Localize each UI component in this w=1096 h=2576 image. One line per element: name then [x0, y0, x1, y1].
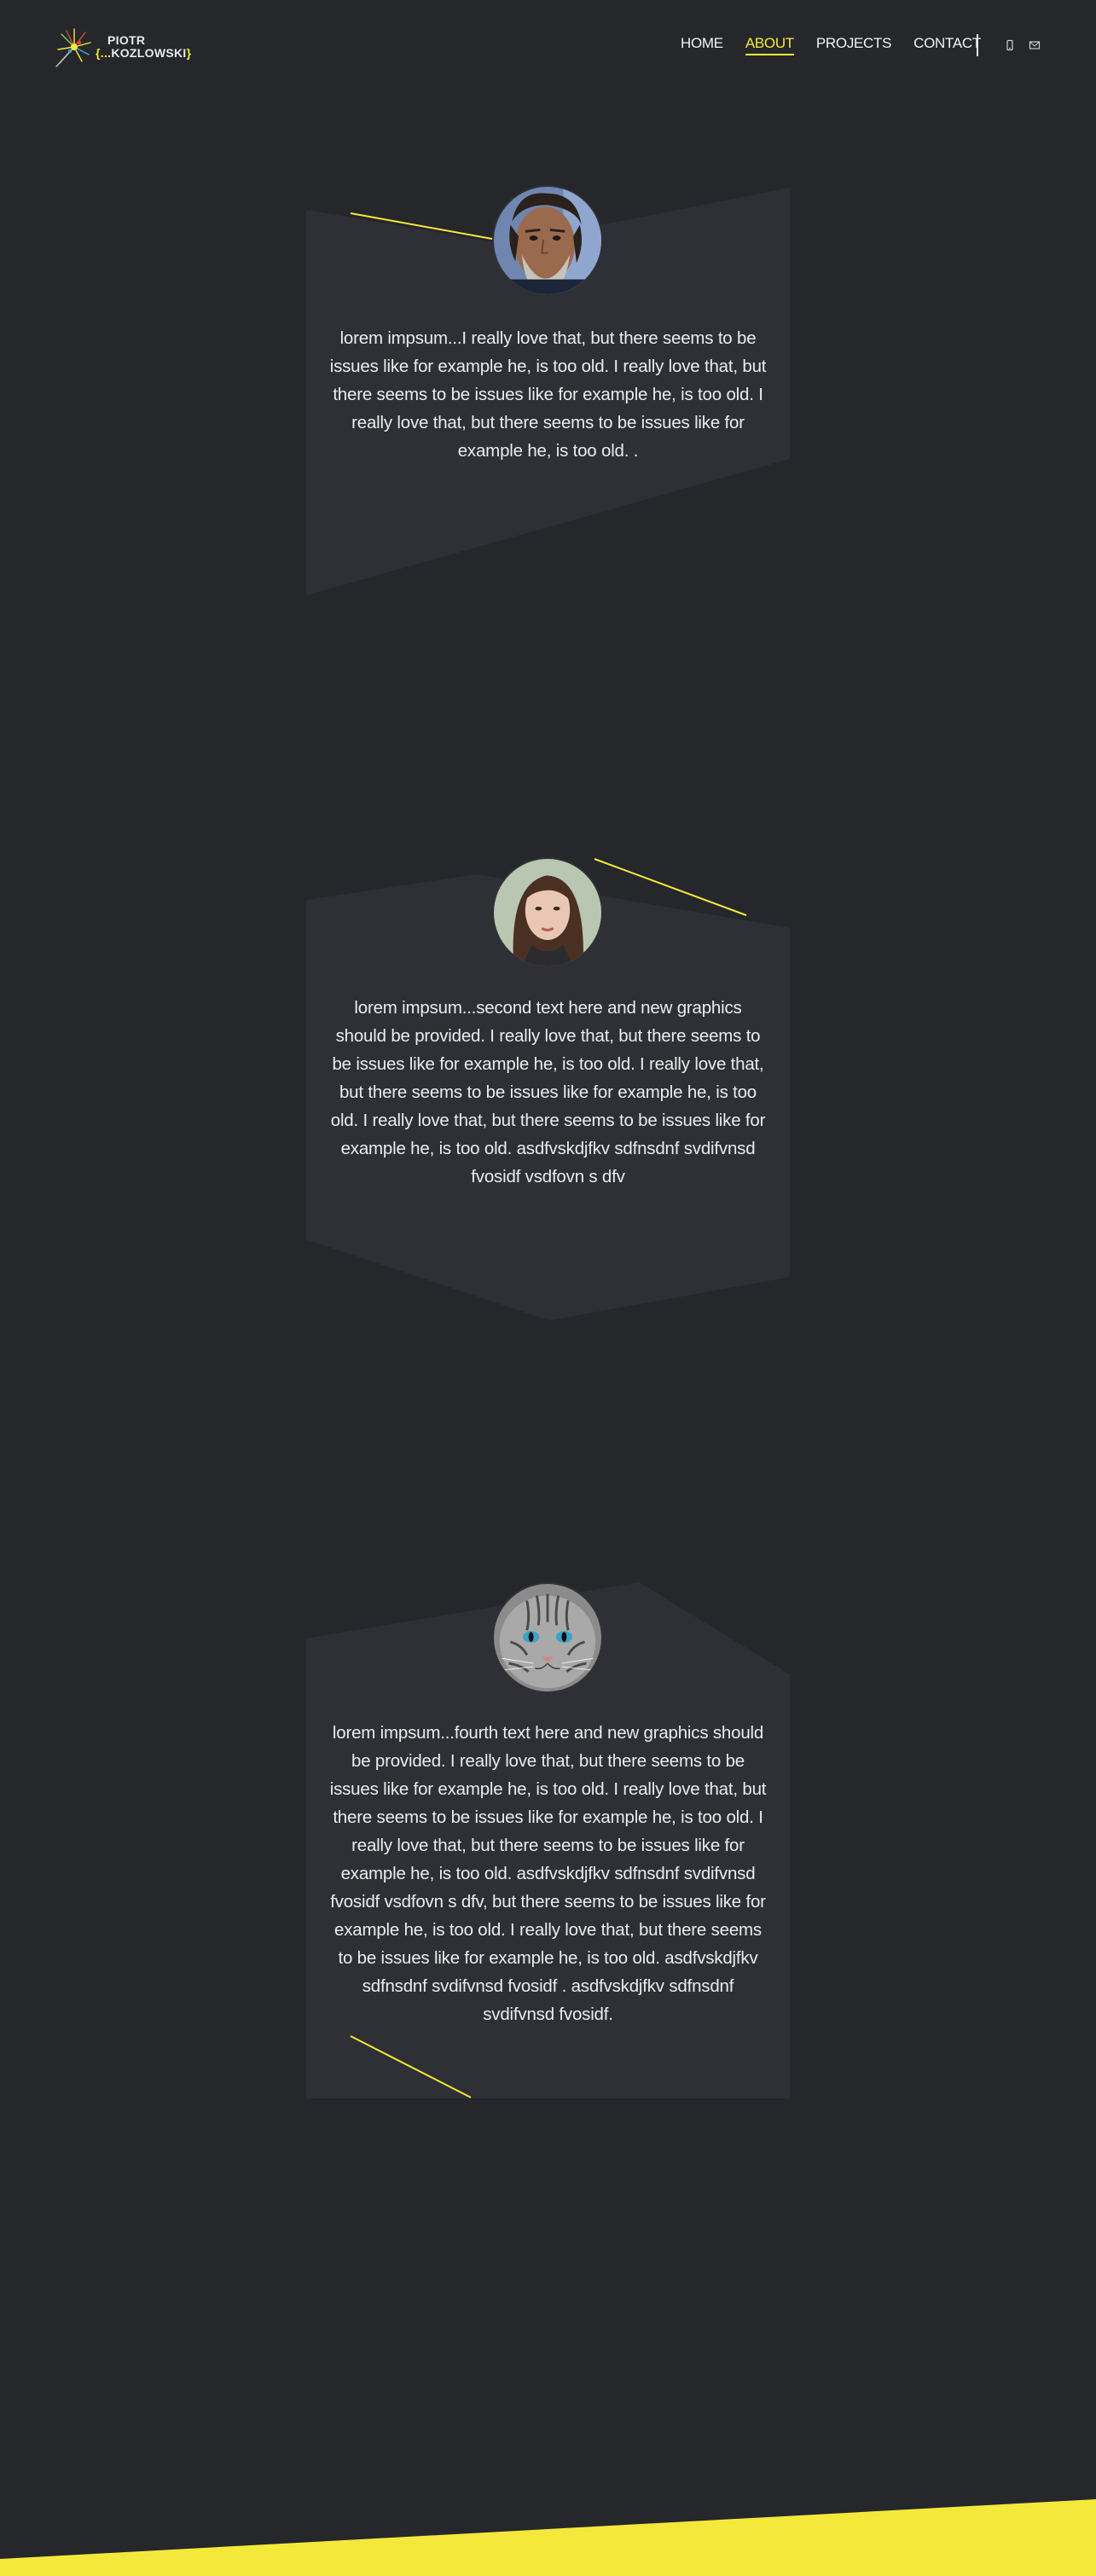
mobile-icon[interactable] [1004, 39, 1016, 51]
site-logo[interactable]: PIOTR {...KOZLOWSKI} [51, 22, 205, 72]
main-nav: HOME ABOUT PROJECTS CONTACT [681, 35, 981, 55]
logo-first-name: PIOTR [107, 33, 146, 47]
testimonial-card-3: lorem impsum...fourth text here and new … [306, 1582, 790, 2098]
site-header: PIOTR {...KOZLOWSKI} HOME ABOUT PROJECTS… [0, 0, 1096, 94]
logo-brace-open: {... [96, 46, 112, 60]
nav-contact[interactable]: CONTACT [913, 35, 981, 55]
avatar-bearded-man [492, 185, 603, 296]
logo-last-name: {...KOZLOWSKI} [96, 47, 191, 60]
logo-brace-close: } [186, 46, 192, 60]
avatar-grey-cat [492, 1582, 603, 1693]
nav-home[interactable]: HOME [681, 35, 723, 55]
footer-accent-band [0, 2499, 1096, 2576]
logo-text: PIOTR {...KOZLOWSKI} [96, 34, 191, 60]
testimonial-text-2: lorem impsum...second text here and new … [330, 998, 766, 1186]
testimonial-text-1: lorem impsum...I really love that, but t… [329, 328, 767, 461]
nav-projects[interactable]: PROJECTS [816, 35, 892, 55]
nav-about[interactable]: ABOUT [745, 35, 794, 55]
logo-burst-icon [55, 28, 91, 67]
testimonial-card-2: lorem impsum...second text here and new … [306, 857, 790, 1322]
testimonial-card-1: lorem impsum...I really love that, but t… [306, 185, 790, 597]
avatar-young-woman [492, 857, 603, 968]
testimonial-text-3: lorem impsum...fourth text here and new … [329, 1723, 767, 2024]
email-icon[interactable] [1029, 39, 1041, 51]
logo-surname: KOZLOWSKI [111, 46, 187, 60]
nav-divider [977, 34, 978, 56]
